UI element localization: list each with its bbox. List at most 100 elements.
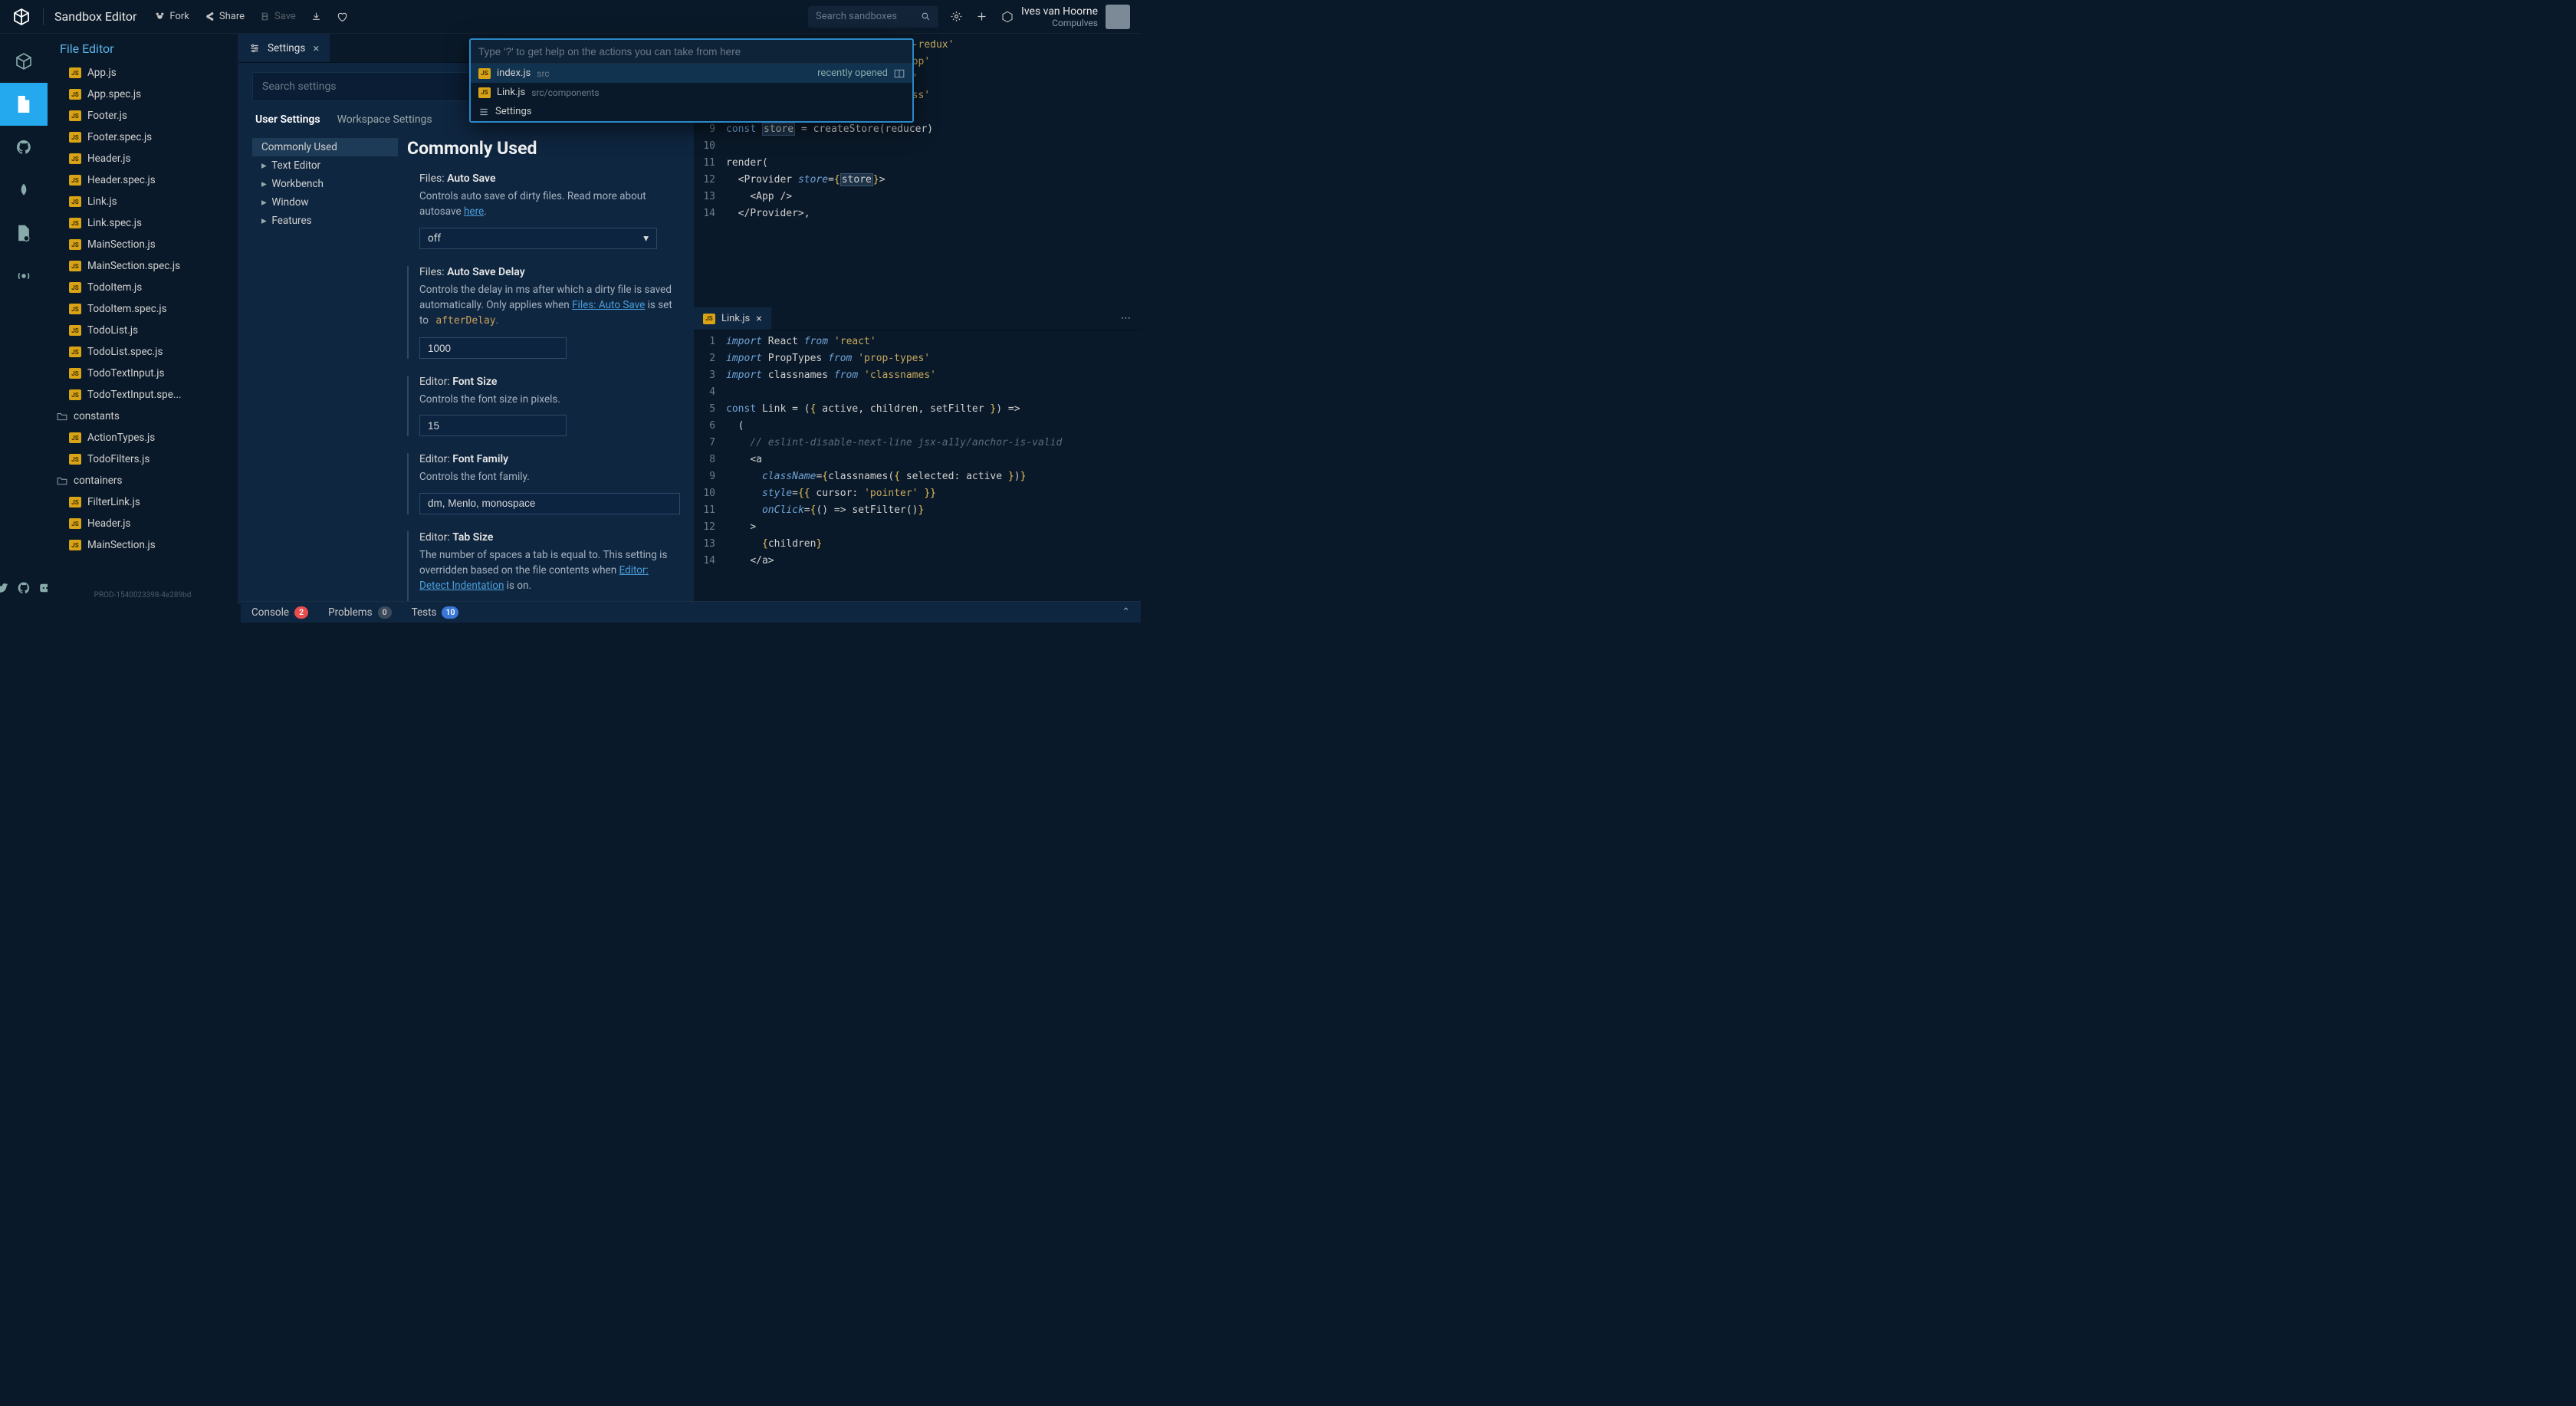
setting-font-size: Editor: Font Size Controls the font size… (407, 376, 680, 436)
setting-autosave: Files: Auto Save Controls auto save of d… (407, 172, 680, 249)
tab-user-settings[interactable]: User Settings (255, 113, 320, 126)
rail-deploy[interactable] (0, 169, 48, 212)
js-icon: JS (69, 454, 81, 465)
close-icon[interactable]: × (756, 313, 761, 325)
file-row[interactable]: JSLink.js (48, 191, 235, 212)
file-row[interactable]: JSApp.js (48, 62, 235, 84)
more-icon[interactable]: ⋯ (1112, 313, 1141, 324)
user-menu[interactable]: Ives van Hoorne Compulves (1021, 5, 1130, 29)
settings-heading: Commonly Used (407, 138, 680, 159)
search-sandboxes-input[interactable]: Search sandboxes (808, 6, 938, 28)
tab-settings[interactable]: Settings × (238, 34, 330, 62)
bottom-bar: Console 2 Problems 0 Tests 10 ⌃ (241, 601, 1141, 623)
twitter-icon[interactable] (0, 581, 9, 595)
file-label: MainSection.spec.js (87, 260, 180, 272)
like-button[interactable] (337, 11, 347, 22)
file-label: Header.spec.js (87, 174, 156, 186)
js-icon: JS (69, 304, 81, 314)
quick-open-item[interactable]: JSLink.jssrc/components (471, 83, 912, 102)
plus-icon[interactable] (976, 11, 987, 22)
js-icon: JS (69, 132, 81, 143)
autosave-delay-input[interactable] (419, 337, 567, 359)
rail-cube[interactable] (0, 40, 48, 83)
rail-github[interactable] (0, 126, 48, 169)
rail-file[interactable] (0, 83, 48, 126)
avatar (1106, 5, 1130, 29)
js-icon: JS (69, 389, 81, 400)
file-tree[interactable]: JSApp.jsJSApp.spec.jsJSFooter.jsJSFooter… (48, 62, 238, 588)
save-button[interactable]: Save (260, 11, 296, 22)
js-icon: JS (69, 518, 81, 529)
settings-nav-item[interactable]: ▸ Text Editor (252, 156, 398, 175)
logo-icon[interactable] (11, 6, 32, 28)
file-row[interactable]: JSActionTypes.js (48, 427, 235, 448)
settings-nav: Commonly Used▸ Text Editor▸ Workbench▸ W… (252, 135, 398, 604)
file-row[interactable]: JSTodoFilters.js (48, 448, 235, 470)
tab-settings-label: Settings (268, 42, 305, 54)
file-row[interactable]: JSTodoList.spec.js (48, 341, 235, 363)
file-row[interactable]: JSHeader.js (48, 148, 235, 169)
font-size-input[interactable] (419, 415, 567, 436)
file-label: Link.spec.js (87, 217, 142, 229)
file-row[interactable]: JSLink.spec.js (48, 212, 235, 234)
file-label: ActionTypes.js (87, 432, 155, 444)
share-button[interactable]: Share (205, 11, 245, 22)
code-tab-link[interactable]: JS Link.js × (694, 307, 771, 330)
file-row[interactable]: JS TodoTextInput.spe... (48, 384, 235, 406)
file-row[interactable]: JSHeader.spec.js (48, 169, 235, 191)
file-row[interactable]: JSTodoList.js (48, 320, 235, 341)
file-row[interactable]: JSMainSection.spec.js (48, 255, 235, 277)
rail-live[interactable] (0, 255, 48, 297)
code-editor-bottom[interactable]: import React from 'react' import PropTyp… (721, 330, 1141, 604)
console-badge: 2 (294, 606, 308, 619)
folder-row[interactable]: containers (48, 470, 235, 491)
cube-icon[interactable] (1001, 11, 1014, 23)
autosave-select[interactable]: off ▾ (419, 228, 657, 249)
quick-open-item[interactable]: JSindex.jssrcrecently opened (471, 64, 912, 83)
chevron-down-icon: ▾ (643, 232, 649, 245)
file-row[interactable]: JSFilterLink.js (48, 491, 235, 513)
file-label: Link.js (87, 195, 117, 208)
quick-open-input[interactable] (471, 40, 912, 63)
folder-row[interactable]: constants (48, 406, 235, 427)
settings-nav-item[interactable]: ▸ Window (252, 193, 398, 212)
file-row[interactable]: JSHeader.js (48, 513, 235, 534)
github-icon[interactable] (17, 581, 31, 595)
fork-button[interactable]: Fork (155, 11, 189, 22)
quick-open-item[interactable]: Settings (471, 102, 912, 121)
file-row[interactable]: JSMainSection.js (48, 534, 235, 556)
settings-content: Commonly Used Files: Auto Save Controls … (398, 135, 680, 604)
tests-tab[interactable]: Tests 10 (412, 606, 459, 619)
settings-nav-item[interactable]: ▸ Workbench (252, 175, 398, 193)
file-row[interactable]: JSFooter.spec.js (48, 126, 235, 148)
file-row[interactable]: JSTodoItem.js (48, 277, 235, 298)
user-org: Compulves (1021, 18, 1098, 28)
split-icon (894, 69, 905, 78)
file-row[interactable]: JSMainSection.js (48, 234, 235, 255)
file-row[interactable]: JSTodoTextInput.js (48, 363, 235, 384)
file-row[interactable]: JSFooter.js (48, 105, 235, 126)
js-icon: JS (69, 89, 81, 100)
problems-badge: 0 (378, 606, 392, 619)
js-icon: JS (69, 325, 81, 336)
tab-workspace-settings[interactable]: Workspace Settings (337, 113, 432, 126)
file-label: TodoTextInput.spe... (87, 389, 182, 401)
download-button[interactable] (311, 11, 321, 21)
settings-nav-item[interactable]: ▸ Features (252, 212, 398, 230)
problems-tab[interactable]: Problems 0 (328, 606, 392, 619)
file-row[interactable]: JSApp.spec.js (48, 84, 235, 105)
file-label: TodoItem.js (87, 281, 142, 294)
activity-rail (0, 34, 48, 604)
file-row[interactable]: JSTodoItem.spec.js (48, 298, 235, 320)
console-tab[interactable]: Console 2 (251, 606, 308, 619)
folder-icon (57, 476, 67, 485)
search-icon (921, 11, 931, 21)
chevron-up-icon[interactable]: ⌃ (1122, 606, 1130, 618)
gear-icon[interactable] (951, 11, 962, 22)
settings-nav-item[interactable]: Commonly Used (252, 138, 398, 156)
font-family-input[interactable] (419, 493, 680, 514)
js-icon: JS (69, 110, 81, 121)
rail-config[interactable] (0, 212, 48, 255)
close-icon[interactable]: × (313, 41, 319, 55)
file-label: TodoTextInput.js (87, 367, 164, 379)
